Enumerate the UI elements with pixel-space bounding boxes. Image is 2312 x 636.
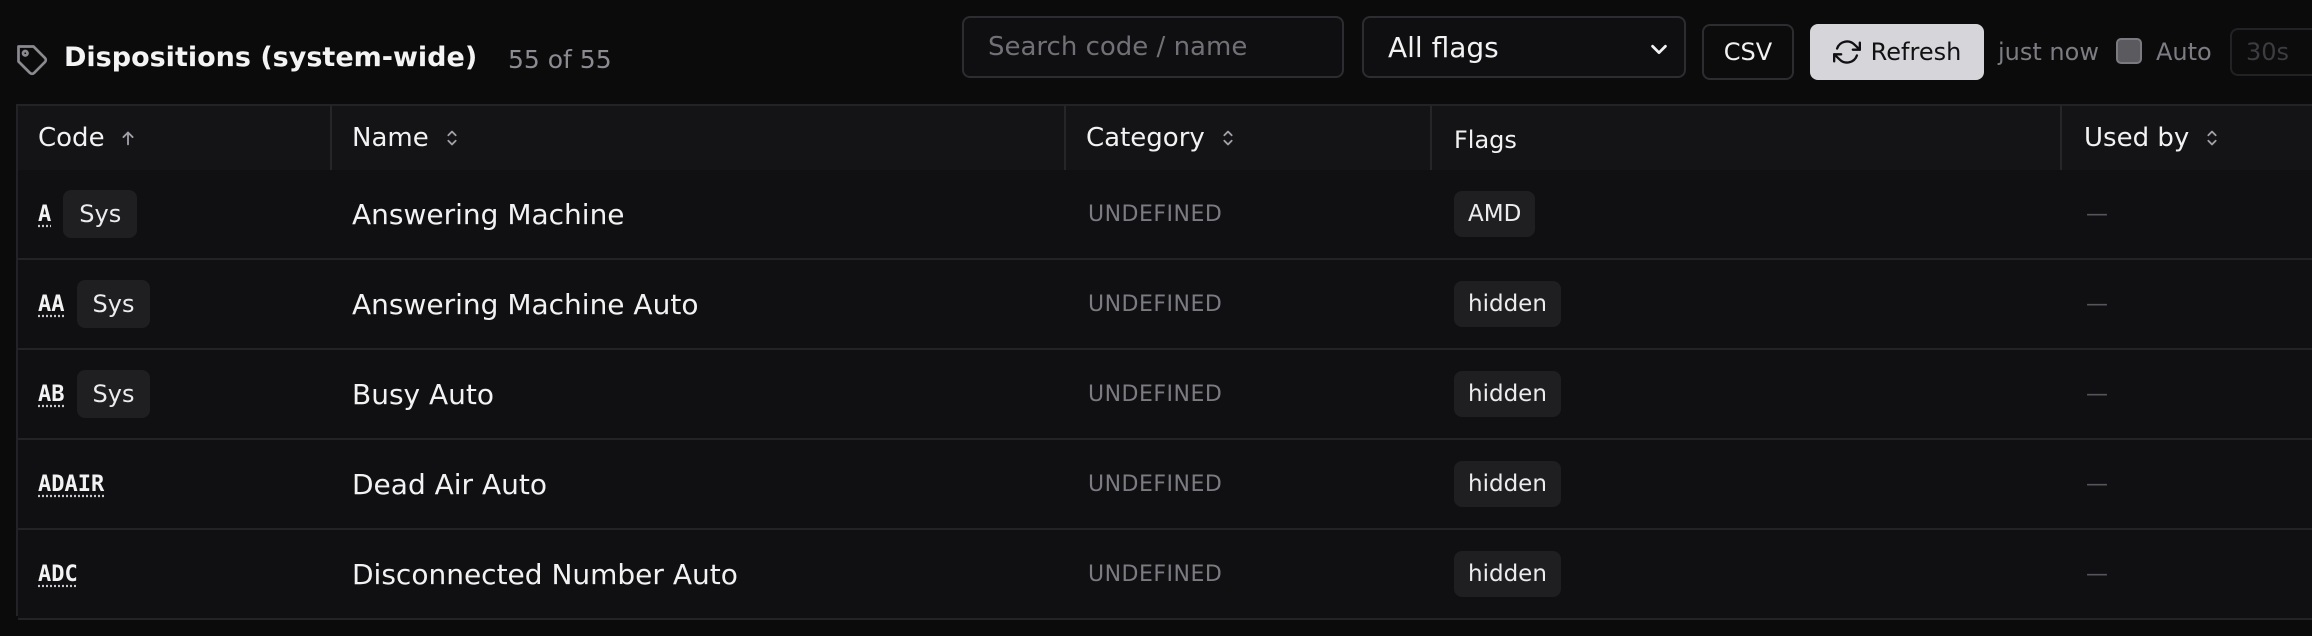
- column-header-name[interactable]: Name: [352, 106, 463, 170]
- auto-refresh-label: Auto: [2156, 36, 2212, 68]
- chevron-down-icon: [1648, 38, 1670, 60]
- refresh-label: Refresh: [1871, 38, 1962, 66]
- column-divider[interactable]: [1064, 106, 1066, 170]
- used-by-value: —: [2086, 472, 2108, 497]
- disposition-code[interactable]: A: [38, 202, 51, 227]
- refresh-interval-select[interactable]: 30s: [2230, 28, 2312, 76]
- column-label: Code: [38, 123, 105, 153]
- dispositions-table: Code Name Category Flags Used by A Sys A…: [16, 104, 2312, 616]
- arrow-up-icon: [117, 127, 139, 149]
- refresh-button[interactable]: Refresh: [1810, 24, 1984, 80]
- disposition-name: Answering Machine Auto: [352, 288, 698, 321]
- column-header-flags: Flags: [1454, 106, 1517, 170]
- disposition-name: Busy Auto: [352, 378, 494, 411]
- column-header-category[interactable]: Category: [1086, 106, 1239, 170]
- disposition-name: Dead Air Auto: [352, 468, 547, 501]
- system-badge: Sys: [63, 190, 137, 238]
- disposition-code[interactable]: ADC: [38, 562, 78, 587]
- table-row[interactable]: A Sys Answering Machine UNDEFINED AMD —: [18, 170, 2312, 260]
- disposition-code[interactable]: ADAIR: [38, 472, 104, 497]
- category-value: UNDEFINED: [1088, 292, 1222, 317]
- category-value: UNDEFINED: [1088, 562, 1222, 587]
- flag-badge: hidden: [1454, 461, 1561, 507]
- auto-refresh-checkbox[interactable]: [2116, 38, 2142, 64]
- sort-icon: [2201, 127, 2223, 149]
- column-header-code[interactable]: Code: [38, 106, 139, 170]
- csv-export-button[interactable]: CSV: [1702, 24, 1794, 80]
- category-value: UNDEFINED: [1088, 202, 1222, 227]
- used-by-value: —: [2086, 202, 2108, 227]
- last-updated-status: just now: [1998, 36, 2099, 68]
- system-badge: Sys: [77, 280, 151, 328]
- flag-filter-value: All flags: [1388, 31, 1499, 64]
- table-header: Code Name Category Flags Used by: [18, 106, 2312, 172]
- column-divider[interactable]: [1430, 106, 1432, 170]
- table-row[interactable]: ADC Disconnected Number Auto UNDEFINED h…: [18, 530, 2312, 620]
- flag-badge: hidden: [1454, 371, 1561, 417]
- category-value: UNDEFINED: [1088, 382, 1222, 407]
- disposition-code[interactable]: AA: [38, 292, 65, 317]
- column-divider[interactable]: [330, 106, 332, 170]
- column-label: Category: [1086, 123, 1205, 153]
- table-row[interactable]: AB Sys Busy Auto UNDEFINED hidden —: [18, 350, 2312, 440]
- page-title: Dispositions (system-wide): [64, 40, 477, 76]
- used-by-value: —: [2086, 562, 2108, 587]
- disposition-code[interactable]: AB: [38, 382, 65, 407]
- tag-icon: [14, 42, 50, 78]
- used-by-value: —: [2086, 382, 2108, 407]
- table-row[interactable]: AA Sys Answering Machine Auto UNDEFINED …: [18, 260, 2312, 350]
- category-value: UNDEFINED: [1088, 472, 1222, 497]
- search-input[interactable]: [962, 16, 1344, 78]
- column-label: Name: [352, 123, 429, 153]
- column-divider[interactable]: [2060, 106, 2062, 170]
- dispositions-page: Dispositions (system-wide) 55 of 55 All …: [0, 0, 2312, 636]
- refresh-icon: [1833, 38, 1861, 66]
- sort-icon: [1217, 127, 1239, 149]
- column-label: Used by: [2084, 123, 2189, 153]
- flag-badge: hidden: [1454, 281, 1561, 327]
- system-badge: Sys: [77, 370, 151, 418]
- column-header-used-by[interactable]: Used by: [2084, 106, 2223, 170]
- column-label: Flags: [1454, 126, 1517, 154]
- disposition-name: Answering Machine: [352, 198, 625, 231]
- record-count: 55 of 55: [508, 44, 612, 76]
- table-row[interactable]: ADAIR Dead Air Auto UNDEFINED hidden —: [18, 440, 2312, 530]
- toolbar: Dispositions (system-wide) 55 of 55 All …: [0, 0, 2312, 104]
- used-by-value: —: [2086, 292, 2108, 317]
- sort-icon: [441, 127, 463, 149]
- flag-badge: hidden: [1454, 551, 1561, 597]
- disposition-name: Disconnected Number Auto: [352, 558, 738, 591]
- flag-badge: AMD: [1454, 191, 1535, 237]
- flag-filter-select[interactable]: All flags: [1362, 16, 1686, 78]
